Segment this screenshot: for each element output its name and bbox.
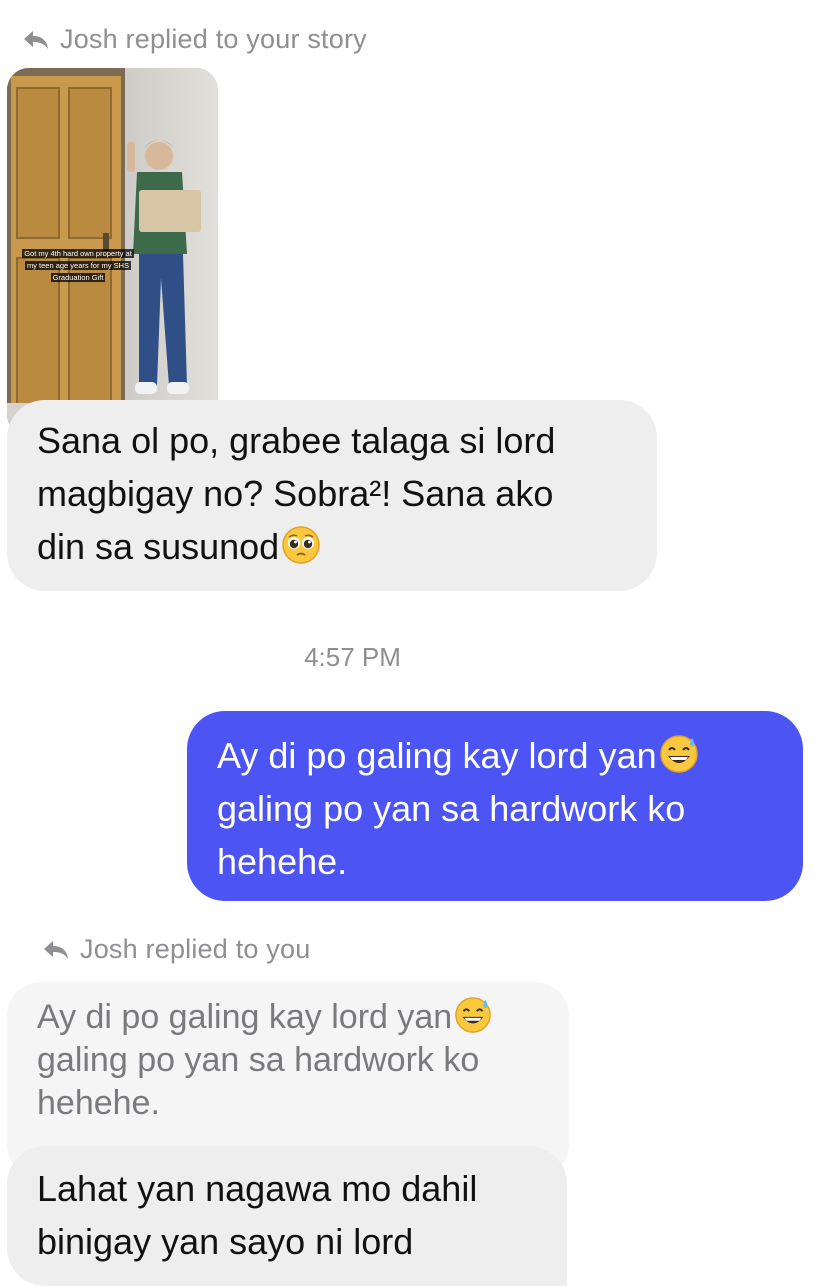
message-line: hehehe. (217, 841, 348, 882)
quoted-line: galing po yan sa hardwork ko (37, 1041, 480, 1079)
reply-arrow-icon (24, 30, 48, 49)
grinning-sweat-emoji-icon (659, 735, 698, 773)
story-caption-line-2: my teen age years for my SHS (24, 261, 132, 270)
message-line: magbigay no? Sobra²! Sana ako (37, 473, 554, 514)
story-thumbnail[interactable]: Got my 4th hard own property at my teen … (7, 68, 218, 436)
sent-message-bubble[interactable]: Ay di po galing kay lord yan galing po y… (187, 711, 803, 901)
story-caption-line-1: Got my 4th hard own property at (22, 249, 134, 258)
quoted-line: hehehe. (37, 1084, 160, 1122)
story-reply-header: Josh replied to your story (22, 24, 367, 55)
story-reply-message-bubble[interactable]: Sana ol po, grabee talaga si lord magbig… (7, 400, 657, 591)
story-caption-line-3: Graduation Gift (50, 273, 106, 282)
message-line: Lahat yan nagawa mo dahil (37, 1168, 478, 1209)
message-line: galing po yan sa hardwork ko (217, 788, 686, 829)
message-line: binigay yan sayo ni lord (37, 1221, 414, 1262)
message-timestamp: 4:57 PM (304, 642, 401, 672)
reply-to-you-header: Josh replied to you (42, 934, 310, 965)
message-line: Ay di po galing kay lord yan (217, 735, 657, 776)
message-line: din sa susunod (37, 526, 280, 567)
story-reply-header-text: Josh replied to your story (60, 24, 367, 54)
reply-arrow-icon (44, 940, 68, 959)
grinning-sweat-emoji-icon (455, 997, 492, 1033)
message-line: Sana ol po, grabee talaga si lord (37, 420, 556, 461)
reply-message-bubble[interactable]: Lahat yan nagawa mo dahil binigay yan sa… (7, 1146, 567, 1286)
reply-to-you-header-text: Josh replied to you (80, 934, 311, 964)
story-caption: Got my 4th hard own property at my teen … (13, 248, 143, 284)
quoted-line: Ay di po galing kay lord yan (37, 998, 453, 1036)
pleading-face-emoji-icon (282, 526, 320, 564)
